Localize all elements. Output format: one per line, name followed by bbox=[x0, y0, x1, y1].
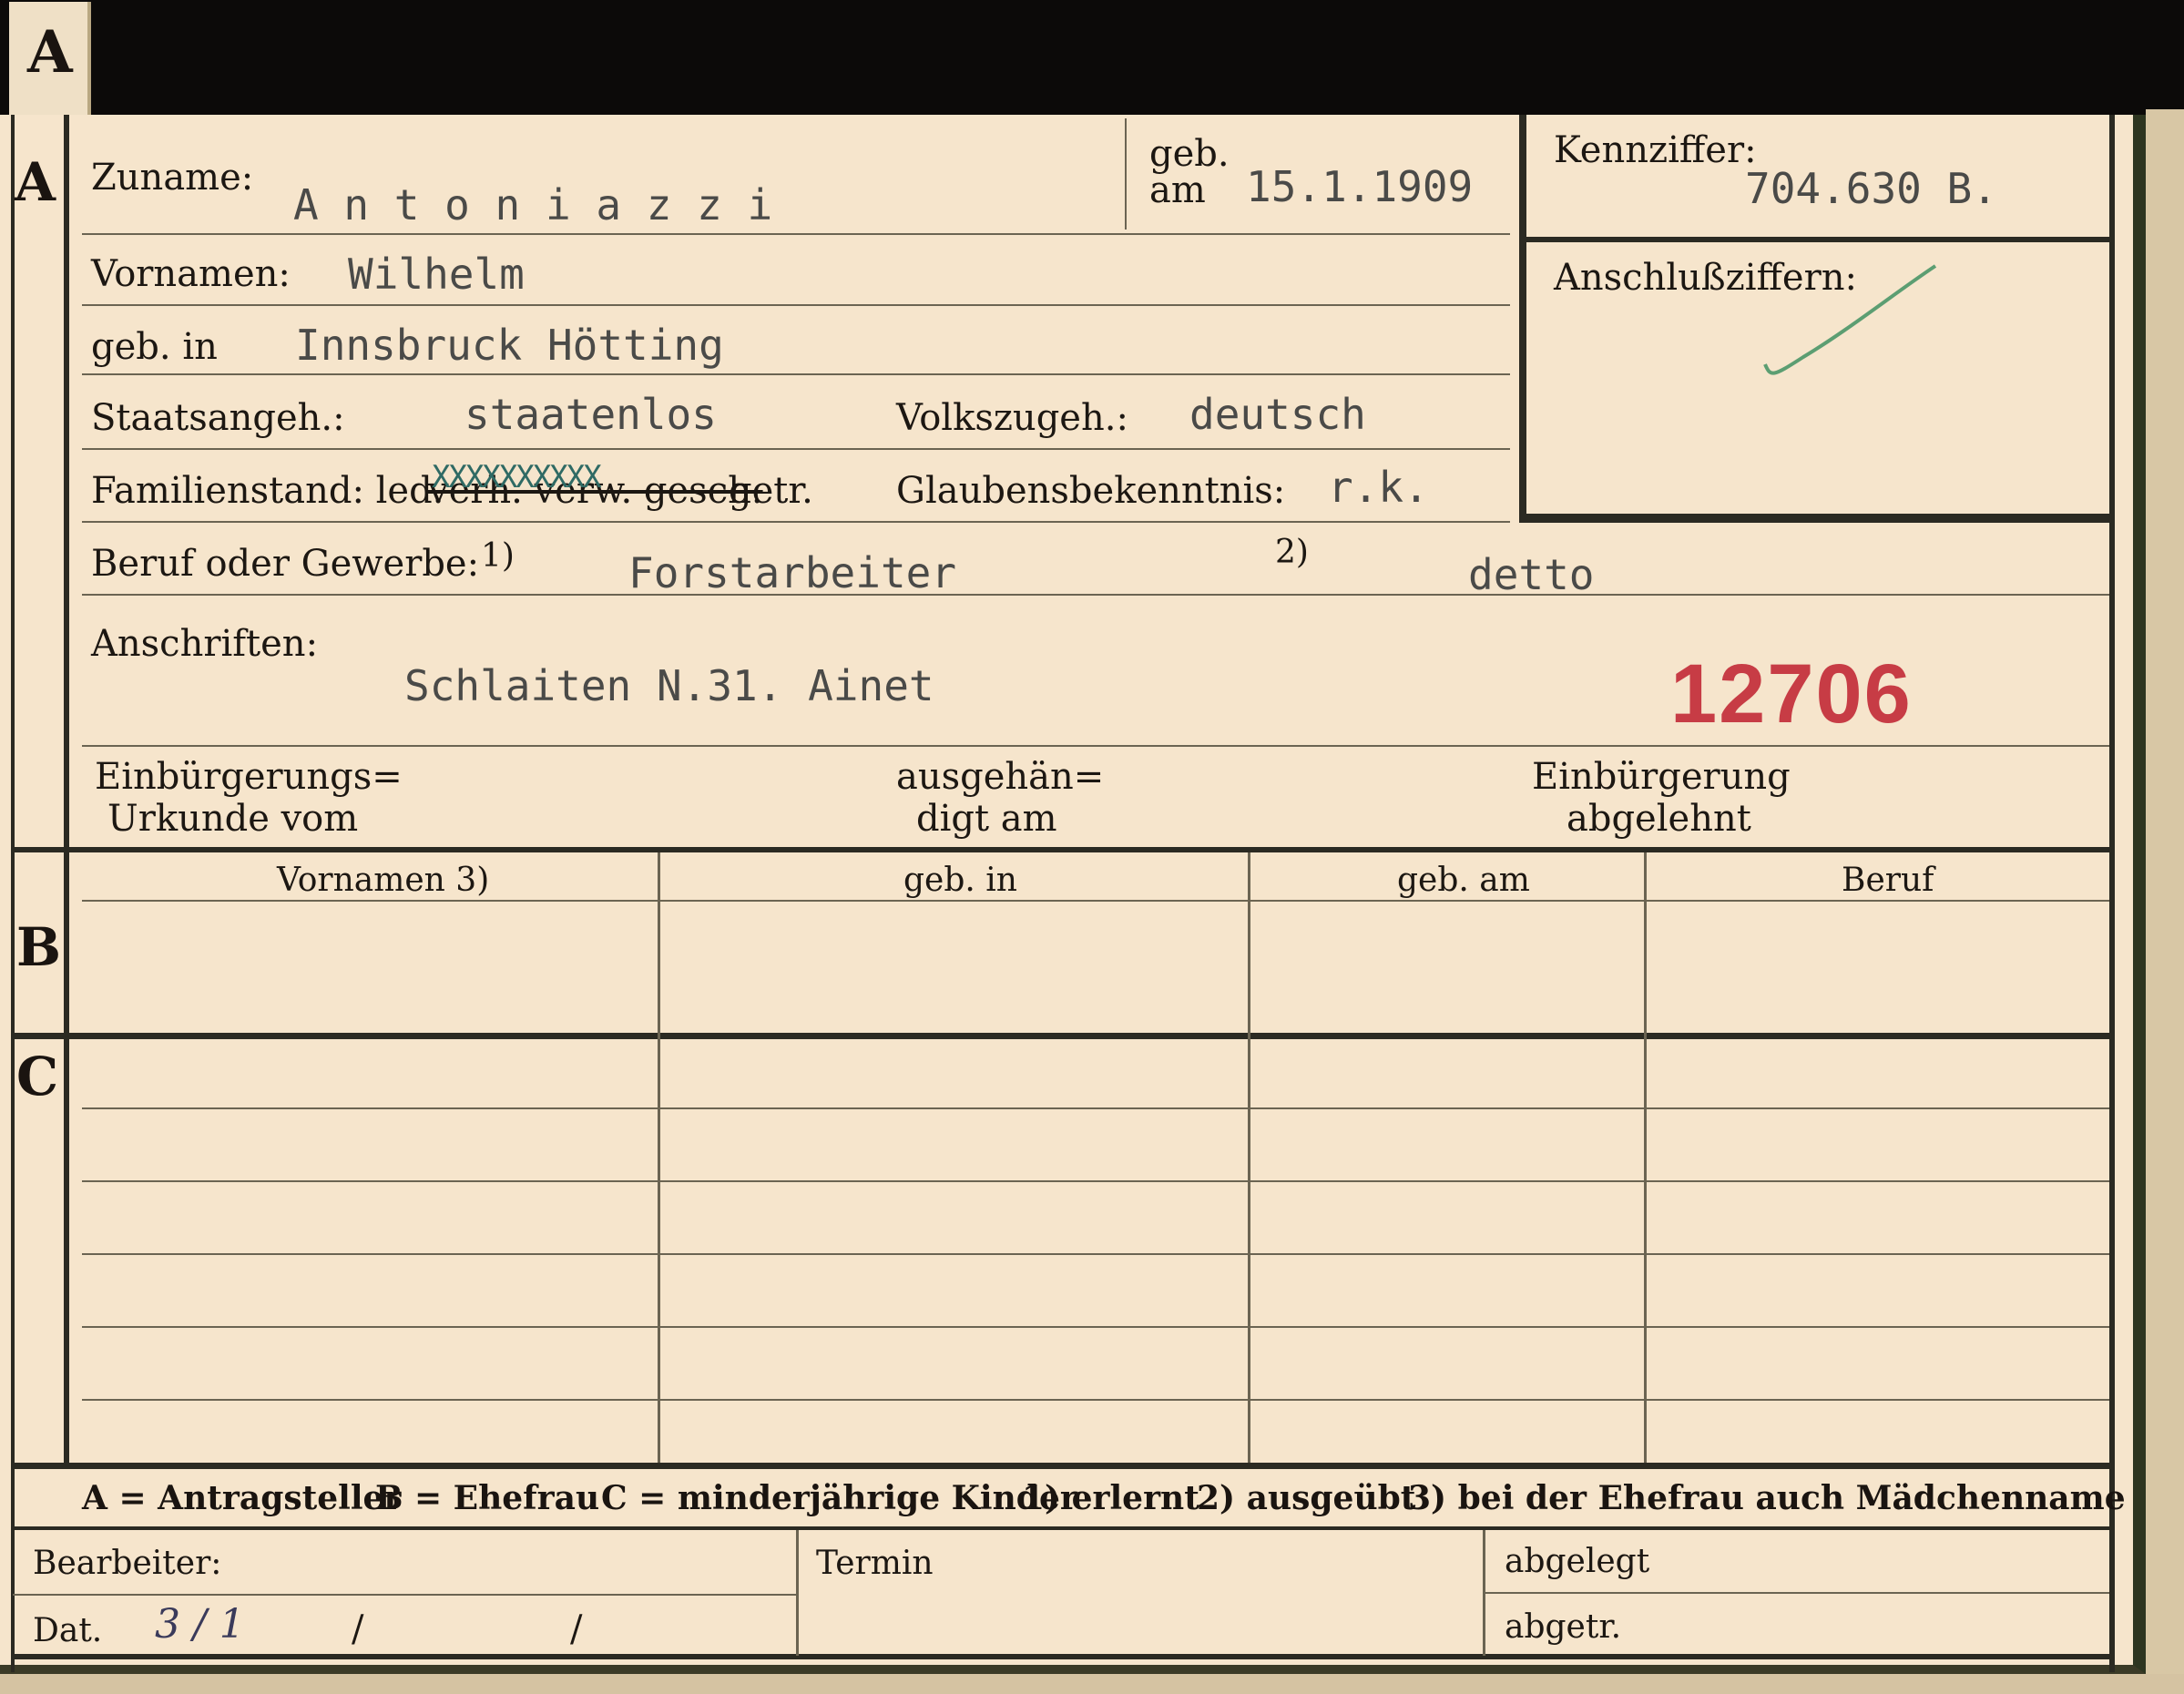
geb-am-separator bbox=[1125, 118, 1127, 230]
number-stamp: 12706 bbox=[1670, 648, 1913, 740]
beruf-value-ausgeuebt: detto bbox=[1468, 550, 1595, 599]
familienstand-getr: getr. bbox=[729, 470, 813, 512]
legend-c: C = minderjährige Kinder bbox=[601, 1479, 1077, 1517]
footer-col-rule bbox=[1483, 1530, 1485, 1656]
vornamen-value: Wilhelm bbox=[348, 250, 525, 299]
legend-footnote-1: 1) erlernt bbox=[1022, 1479, 1199, 1517]
legend-footnote-2: 2) ausgeübt bbox=[1197, 1479, 1416, 1517]
abgelegt-rule bbox=[1485, 1592, 2109, 1594]
index-tab: A bbox=[9, 2, 91, 115]
beruf-label: Beruf oder Gewerbe: bbox=[91, 543, 480, 585]
am-label: am bbox=[1149, 169, 1206, 211]
einb-urkunde-line2: Urkunde vom bbox=[107, 798, 359, 840]
geb-in-value: Innsbruck Hötting bbox=[295, 321, 724, 370]
geb-in-label: geb. in bbox=[91, 326, 218, 368]
checkmark-icon bbox=[1763, 264, 1937, 375]
section-a-marker: A bbox=[15, 151, 56, 213]
bearbeiter-label: Bearbeiter: bbox=[33, 1545, 222, 1582]
c-row-rule bbox=[82, 1107, 2109, 1109]
c-row-rule bbox=[82, 1180, 2109, 1182]
card-right-edge bbox=[2146, 109, 2184, 1694]
staatsangeh-label: Staatsangeh.: bbox=[91, 397, 345, 439]
row-rule bbox=[82, 594, 2109, 596]
col-rule bbox=[658, 852, 660, 1463]
anschriften-value: Schlaiten N.31. Ainet bbox=[404, 661, 934, 710]
c-row-rule bbox=[82, 1399, 2109, 1401]
kennziffer-box-left bbox=[1519, 115, 1526, 523]
abgelegt-label: abgelegt bbox=[1505, 1543, 1650, 1580]
familienstand-x-marks: XXXXXXXXXX bbox=[432, 459, 602, 495]
einb-abgelehnt-line2: abgelehnt bbox=[1567, 798, 1751, 840]
left-outer-rule bbox=[11, 115, 15, 1672]
zuname-label: Zuname: bbox=[91, 157, 254, 199]
ausgehaendigt-line1: ausgehän= bbox=[896, 756, 1105, 798]
date-slash-1: / bbox=[352, 1608, 364, 1650]
col-header-beruf: Beruf bbox=[1842, 862, 1934, 899]
top-dark-border bbox=[0, 0, 2184, 115]
tab-letter: A bbox=[27, 18, 73, 87]
row-rule bbox=[82, 233, 1510, 235]
termin-label: Termin bbox=[816, 1545, 934, 1582]
kennziffer-box-divider bbox=[1519, 237, 2113, 242]
anschriften-label: Anschriften: bbox=[91, 623, 319, 665]
row-rule bbox=[82, 373, 1510, 375]
section-b-marker: B bbox=[16, 916, 62, 978]
dat-value: 3 / 1 bbox=[155, 1601, 245, 1648]
date-slash-2: / bbox=[570, 1608, 583, 1650]
glaubens-value: r.k. bbox=[1328, 463, 1429, 512]
section-c-marker: C bbox=[16, 1046, 59, 1107]
legend-a: A = Antragsteller bbox=[82, 1479, 402, 1517]
col-rule bbox=[1248, 852, 1250, 1463]
row-rule bbox=[82, 304, 1510, 306]
footnote-2: 2) bbox=[1275, 534, 1309, 571]
c-row-rule bbox=[82, 1326, 2109, 1328]
bottom-edge bbox=[0, 1674, 2184, 1694]
header-rule bbox=[82, 900, 2109, 902]
abgetr-label: abgetr. bbox=[1505, 1608, 1622, 1646]
row-rule bbox=[82, 521, 1510, 523]
vornamen-label: Vornamen: bbox=[91, 253, 291, 295]
einb-urkunde-line1: Einbürgerungs= bbox=[95, 756, 403, 798]
legend-footnote-3: 3) bei der Ehefrau auch Mädchenname bbox=[1408, 1479, 2126, 1517]
bearbeiter-rule bbox=[13, 1594, 796, 1596]
ausgehaendigt-line2: digt am bbox=[916, 798, 1057, 840]
glaubens-label: Glaubensbekenntnis: bbox=[896, 470, 1286, 512]
volkszugeh-value: deutsch bbox=[1189, 390, 1366, 439]
section-b-bottom bbox=[11, 1033, 2115, 1039]
kennziffer-value: 704.630 B. bbox=[1745, 164, 1997, 213]
section-c-bottom bbox=[11, 1463, 2115, 1469]
einb-abgelehnt-line1: Einbürgerung bbox=[1532, 756, 1791, 798]
left-section-rule bbox=[64, 115, 69, 1463]
familienstand-label: Familienstand: led. bbox=[91, 470, 444, 512]
col-header-geb-in: geb. in bbox=[903, 862, 1017, 899]
footer-col-rule bbox=[796, 1530, 799, 1656]
zuname-value: A n t o n i a z z i bbox=[293, 180, 773, 230]
row-rule bbox=[82, 745, 2109, 747]
kennziffer-box-bottom bbox=[1519, 514, 2113, 523]
row-rule bbox=[82, 448, 1510, 450]
right-inner-rule bbox=[2109, 115, 2115, 1672]
col-rule bbox=[1644, 852, 1647, 1463]
col-header-vornamen: Vornamen 3) bbox=[277, 862, 490, 899]
footnote-1: 1) bbox=[481, 537, 515, 575]
section-a-bottom bbox=[11, 847, 2115, 852]
beruf-value-erlernt: Forstarbeiter bbox=[628, 548, 957, 597]
legend-b: B = Ehefrau bbox=[375, 1479, 600, 1517]
volkszugeh-label: Volkszugeh.: bbox=[896, 397, 1128, 439]
legend-bottom bbox=[11, 1526, 2115, 1530]
staatsangeh-value: staatenlos bbox=[464, 390, 717, 439]
dat-label: Dat. bbox=[33, 1612, 103, 1649]
kennziffer-label: Kennziffer: bbox=[1554, 129, 1757, 171]
c-row-rule bbox=[82, 1253, 2109, 1255]
geb-am-value: 15.1.1909 bbox=[1246, 162, 1474, 211]
col-header-geb-am: geb. am bbox=[1397, 862, 1530, 899]
footer-bottom bbox=[11, 1654, 2115, 1659]
